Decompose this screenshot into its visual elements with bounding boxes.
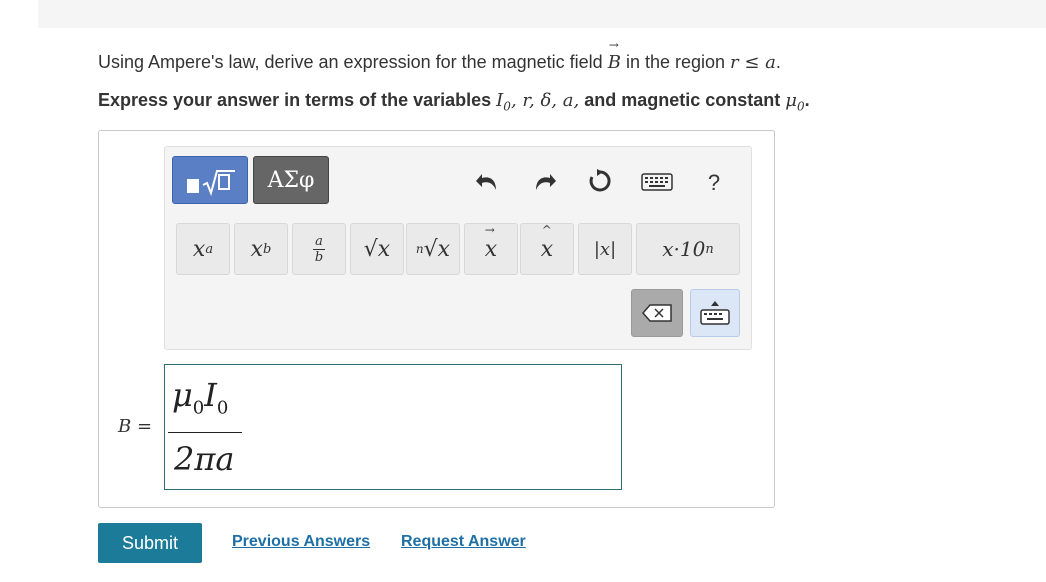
submit-button[interactable]: Submit: [98, 523, 202, 563]
fraction-bar: [168, 432, 242, 433]
templates-mode-button[interactable]: [172, 156, 248, 204]
top-bar: [38, 0, 1046, 28]
absolute-value-key[interactable]: |x|: [578, 223, 632, 275]
answer-label: B =: [118, 416, 153, 437]
unit-vector-key[interactable]: ^ x: [520, 223, 574, 275]
backspace-button[interactable]: [631, 289, 683, 337]
sqrt-template-icon: [187, 170, 235, 197]
help-icon[interactable]: ?: [702, 168, 726, 198]
redo-icon[interactable]: [530, 166, 558, 196]
scientific-notation-key[interactable]: x·10 n: [636, 223, 740, 275]
field-vector-symbol: B: [608, 38, 621, 73]
nth-root-key[interactable]: n √x: [406, 223, 460, 275]
fraction-key[interactable]: ab: [292, 223, 346, 275]
answer-numerator: μ0I0: [172, 376, 229, 419]
keyboard-show-icon: [700, 301, 730, 325]
previous-answers-link[interactable]: Previous Answers: [232, 533, 370, 551]
question-text: Using Ampere's law, derive an expression…: [98, 38, 781, 73]
keyboard-toggle-button[interactable]: [690, 289, 740, 337]
subscript-key[interactable]: xb: [234, 223, 288, 275]
answer-instruction: Express your answer in terms of the vari…: [98, 90, 810, 114]
answer-denominator: 2πa: [174, 440, 235, 478]
keyboard-icon[interactable]: [640, 170, 674, 194]
reset-icon[interactable]: [586, 166, 614, 196]
vector-key[interactable]: → x: [464, 223, 518, 275]
greek-mode-button[interactable]: ΑΣφ: [253, 156, 329, 204]
power-key[interactable]: xa: [176, 223, 230, 275]
backspace-icon: [642, 304, 672, 322]
request-answer-link[interactable]: Request Answer: [401, 533, 526, 551]
undo-icon[interactable]: [474, 166, 502, 196]
sqrt-key[interactable]: √x: [350, 223, 404, 275]
